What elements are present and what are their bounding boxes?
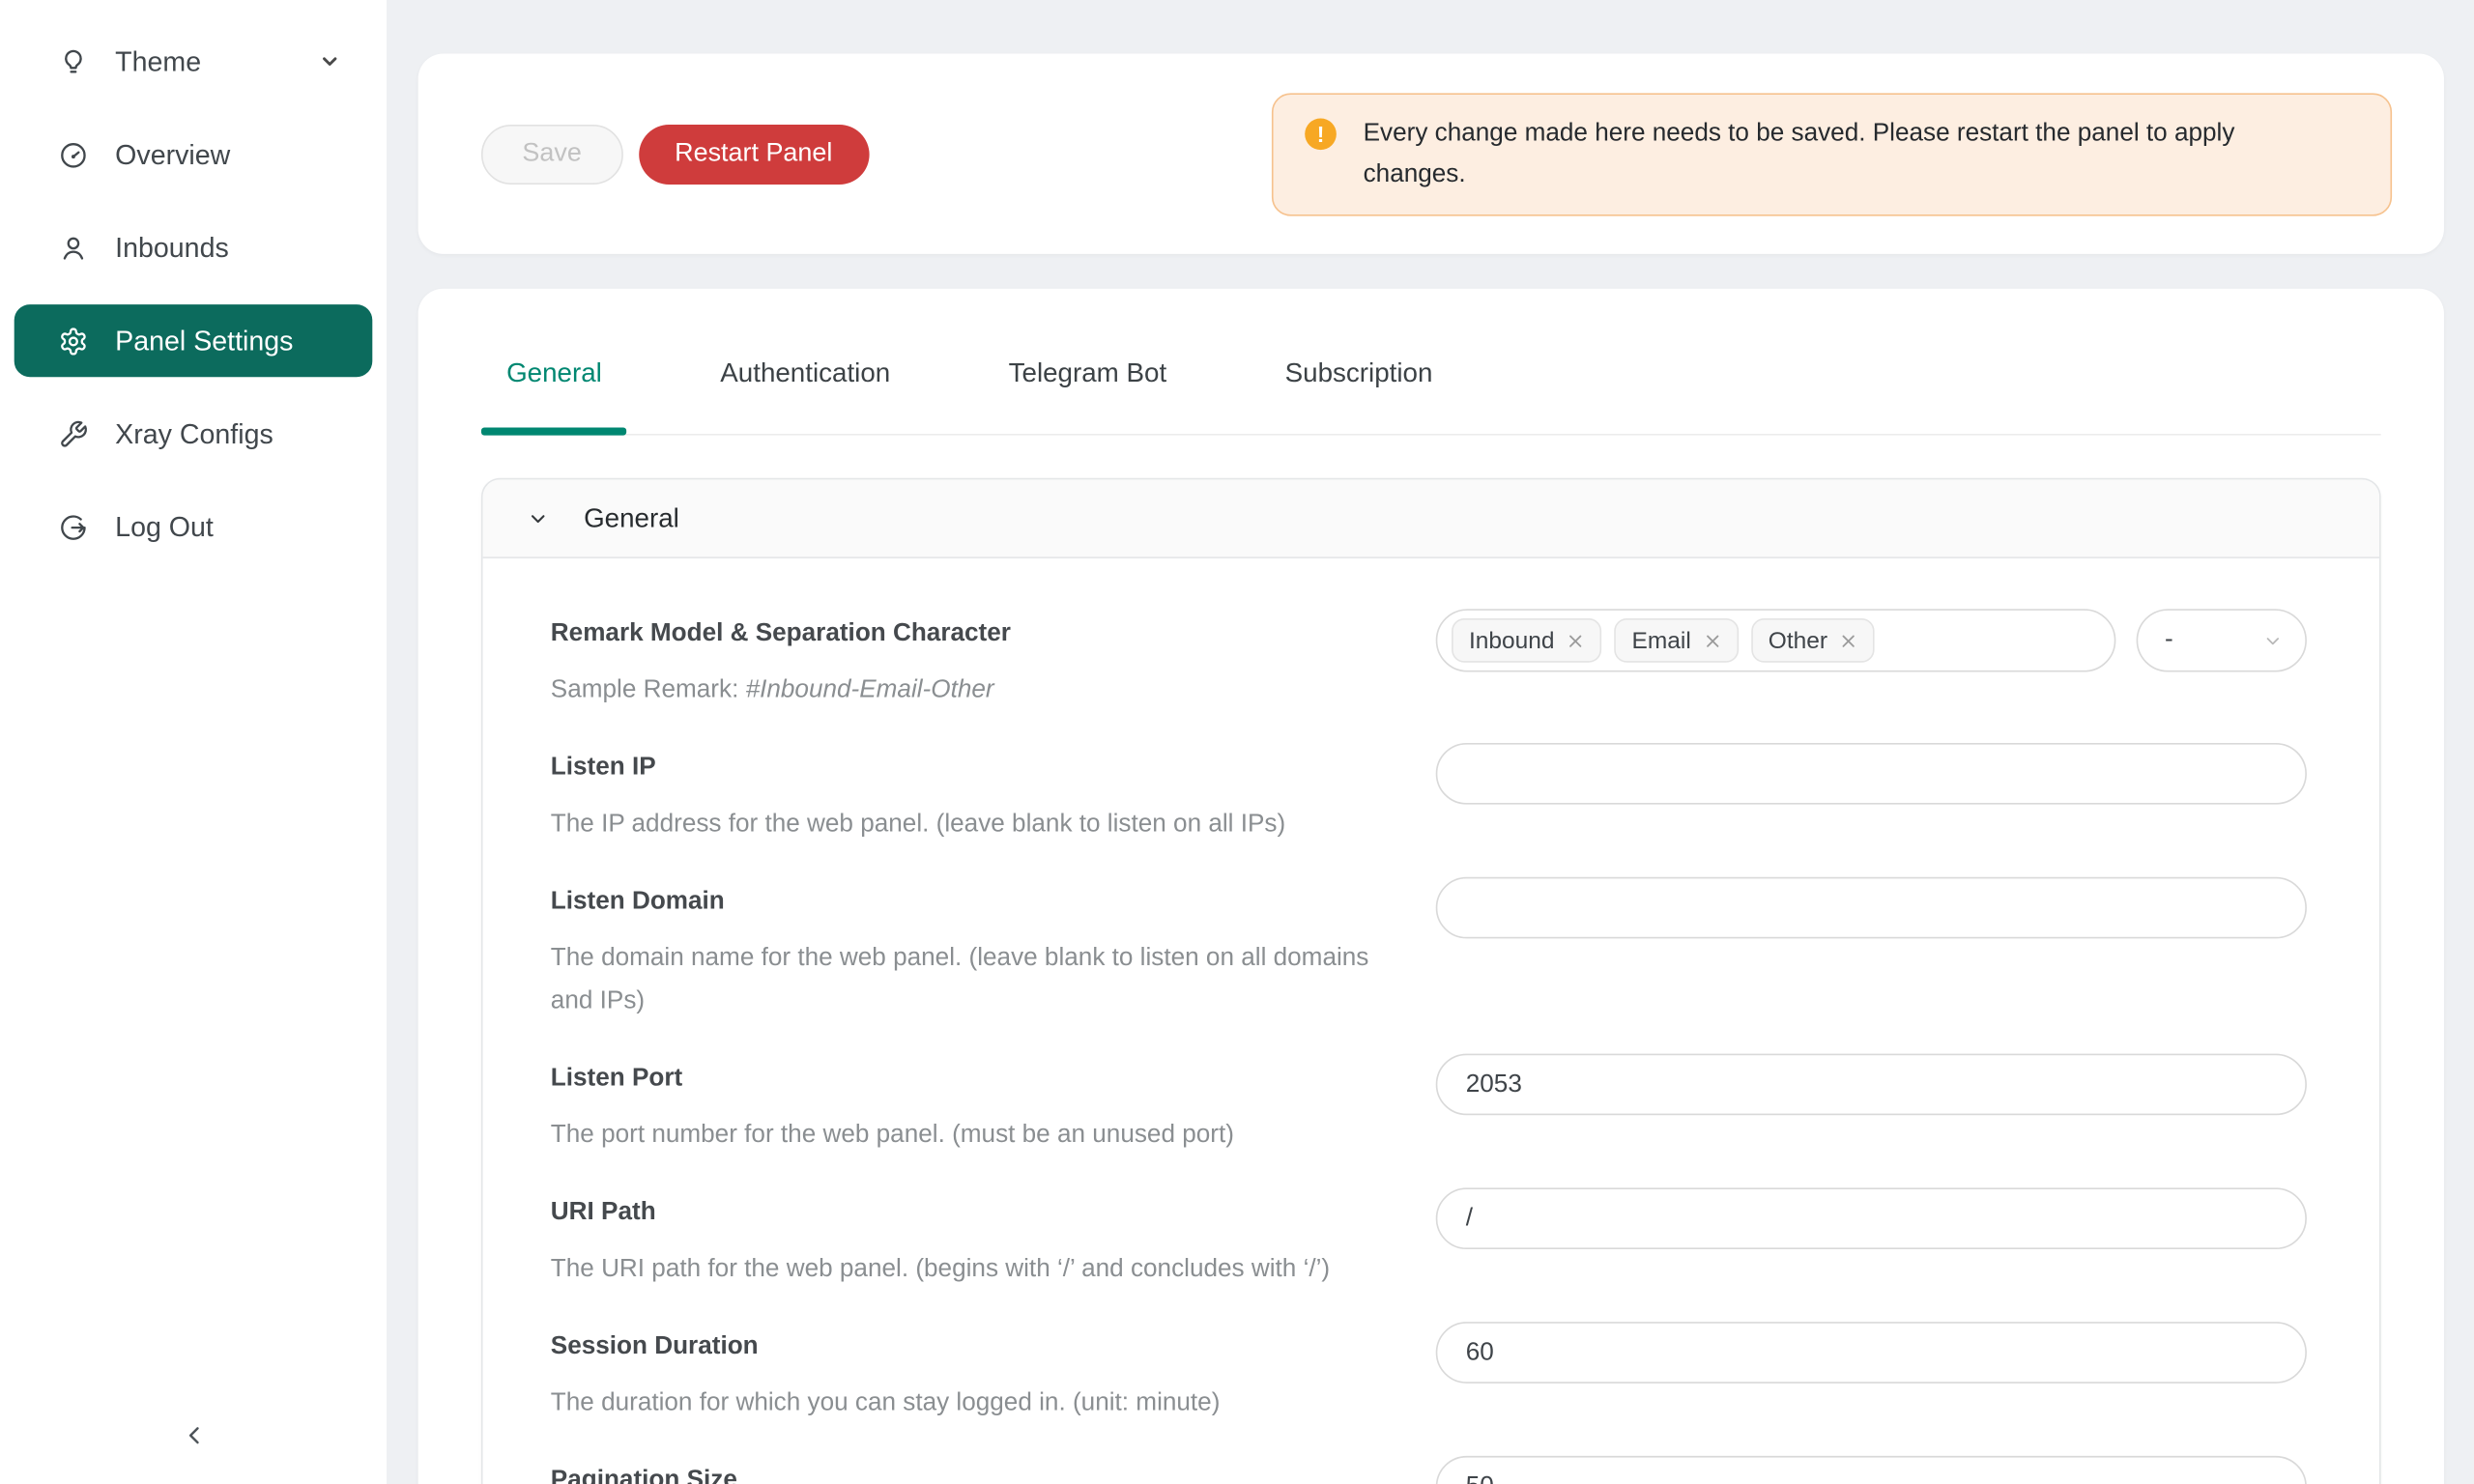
wrench-icon [58, 418, 88, 448]
tag-other: Other [1751, 618, 1875, 663]
sample-remark-value: #Inbound-Email-Other [746, 676, 994, 703]
remark-model-multiselect[interactable]: Inbound Email Other [1436, 609, 2116, 671]
sidebar-item-label: Overview [115, 138, 230, 171]
listen-domain-input[interactable] [1436, 877, 2307, 939]
sidebar: Theme Overview Inbounds [0, 0, 387, 1484]
chevron-left-icon [180, 1421, 208, 1449]
gauge-icon [58, 139, 88, 169]
selected-separator: - [2165, 626, 2173, 654]
tab-authentication[interactable]: Authentication [695, 358, 915, 434]
general-collapse-panel: General Remark Model & Separation Charac… [481, 478, 2381, 1484]
page: Theme Overview Inbounds [0, 0, 2474, 1484]
remove-tag-icon[interactable] [1568, 632, 1585, 649]
field-description: The domain name for the web panel. (leav… [551, 937, 1403, 1022]
pagination-size-input[interactable] [1436, 1456, 2307, 1484]
sidebar-item-inbounds[interactable]: Inbounds [14, 212, 373, 284]
sidebar-item-label: Xray Configs [115, 417, 273, 450]
sidebar-item-label: Log Out [115, 510, 214, 543]
field-description: The port number for the web panel. (must… [551, 1114, 1403, 1156]
sidebar-item-overview[interactable]: Overview [14, 118, 373, 190]
sidebar-item-label: Panel Settings [115, 325, 293, 357]
field-label: Listen IP [551, 753, 1404, 785]
logout-icon [58, 512, 88, 542]
form-row-listen-domain: Listen Domain The domain name for the we… [551, 877, 2307, 1022]
sidebar-item-theme[interactable]: Theme [14, 25, 373, 98]
tag-inbound: Inbound [1452, 618, 1601, 663]
settings-card: General Authentication Telegram Bot Subs… [418, 289, 2444, 1484]
main-content: Save Restart Panel ! Every change made h… [387, 0, 2474, 1484]
toolbar-card: Save Restart Panel ! Every change made h… [418, 54, 2444, 254]
field-description: Sample Remark: #Inbound-Email-Other [551, 669, 1403, 711]
tag-email: Email [1615, 618, 1739, 663]
session-duration-input[interactable] [1436, 1322, 2307, 1384]
tab-general[interactable]: General [481, 358, 627, 434]
gear-icon [58, 326, 88, 356]
restart-warning-alert: ! Every change made here needs to be sav… [1272, 93, 2392, 215]
save-button[interactable]: Save [481, 124, 622, 184]
field-description: The IP address for the web panel. (leave… [551, 803, 1403, 845]
sidebar-item-xray-configs[interactable]: Xray Configs [14, 397, 373, 470]
alert-text: Every change made here needs to be saved… [1364, 113, 2311, 195]
chevron-down-icon [2262, 630, 2283, 650]
form-row-pagination-size: Pagination Size [551, 1456, 2307, 1484]
separation-character-select[interactable]: - [2137, 609, 2307, 671]
sidebar-item-panel-settings[interactable]: Panel Settings [14, 304, 373, 377]
form-row-remark-model: Remark Model & Separation Character Samp… [551, 609, 2307, 711]
field-label: URI Path [551, 1197, 1404, 1229]
tab-telegram-bot[interactable]: Telegram Bot [984, 358, 1193, 434]
general-form: Remark Model & Separation Character Samp… [483, 558, 2379, 1484]
field-label: Listen Domain [551, 887, 1404, 919]
sidebar-item-label: Theme [115, 45, 201, 78]
chevron-down-icon [527, 507, 549, 529]
general-collapse-header[interactable]: General [483, 479, 2379, 558]
field-label: Remark Model & Separation Character [551, 618, 1404, 650]
form-row-listen-ip: Listen IP The IP address for the web pan… [551, 743, 2307, 845]
field-label: Session Duration [551, 1331, 1404, 1363]
chevron-down-icon [319, 50, 341, 72]
form-row-uri-path: URI Path The URI path for the web panel.… [551, 1187, 2307, 1290]
field-label: Listen Port [551, 1063, 1404, 1095]
section-title: General [584, 502, 679, 534]
sidebar-collapse-button[interactable] [174, 1414, 215, 1455]
field-description: The duration for which you can stay logg… [551, 1382, 1403, 1424]
field-description: The URI path for the web panel. (begins … [551, 1247, 1403, 1290]
remove-tag-icon[interactable] [1704, 632, 1721, 649]
tab-bar: General Authentication Telegram Bot Subs… [481, 358, 2381, 436]
listen-port-input[interactable] [1436, 1054, 2307, 1116]
remove-tag-icon[interactable] [1840, 632, 1857, 649]
form-row-listen-port: Listen Port The port number for the web … [551, 1054, 2307, 1156]
field-label: Pagination Size [551, 1466, 1404, 1484]
listen-ip-input[interactable] [1436, 743, 2307, 805]
lightbulb-icon [58, 46, 88, 76]
uri-path-input[interactable] [1436, 1187, 2307, 1249]
tab-subscription[interactable]: Subscription [1260, 358, 1458, 434]
sidebar-item-log-out[interactable]: Log Out [14, 491, 373, 563]
user-icon [58, 233, 88, 263]
restart-panel-button[interactable]: Restart Panel [639, 124, 869, 184]
warning-icon: ! [1305, 118, 1337, 150]
sidebar-item-label: Inbounds [115, 231, 229, 264]
form-row-session-duration: Session Duration The duration for which … [551, 1322, 2307, 1424]
